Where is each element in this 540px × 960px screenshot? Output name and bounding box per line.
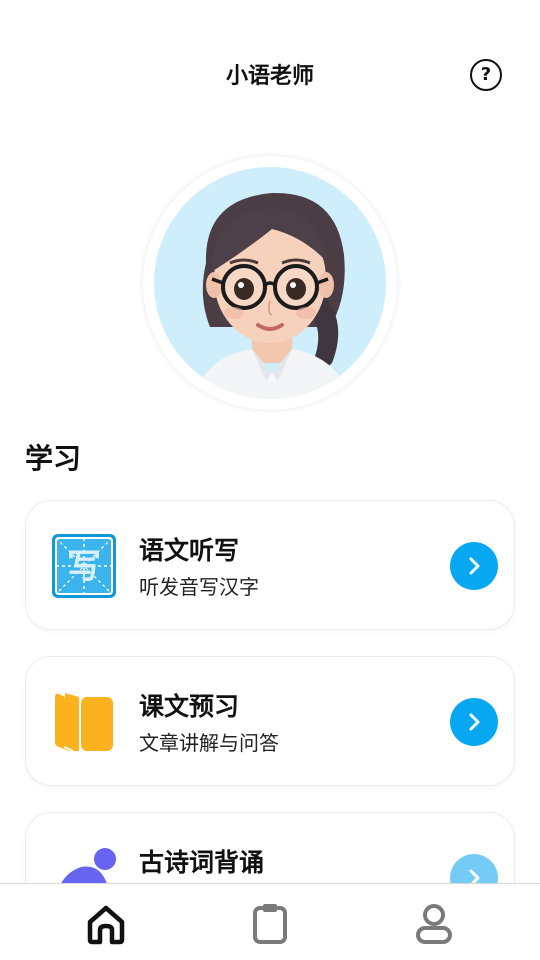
teacher-avatar-illustration (154, 167, 386, 399)
section-title-study: 学习 (25, 442, 82, 475)
page-title: 小语老师 (225, 64, 314, 89)
nav-item-home[interactable] (84, 902, 128, 946)
user-icon (416, 904, 452, 944)
card-dictation[interactable]: 写 语文听写 听发音写汉字 (25, 500, 515, 630)
dictation-icon: 写 (51, 533, 117, 599)
avatar (143, 156, 397, 410)
chevron-right-icon (469, 713, 480, 731)
app-screen: 小语老师 ? 学习 写 语文听写 听发音写汉字 课文预习 文章讲解与问答 古诗词… (0, 0, 540, 960)
card-title: 课文预习 (139, 692, 240, 721)
home-icon (87, 905, 125, 945)
help-icon: ? (480, 64, 492, 85)
book-icon (51, 689, 117, 755)
nav-item-tasks[interactable] (248, 902, 292, 946)
clipboard-icon (253, 904, 287, 944)
nav-item-profile[interactable] (412, 902, 456, 946)
card-title: 语文听写 (139, 536, 240, 565)
bottom-nav (0, 883, 540, 960)
help-button[interactable]: ? (470, 59, 502, 91)
card-text-preview[interactable]: 课文预习 文章讲解与问答 (25, 656, 515, 786)
chevron-right-button[interactable] (450, 542, 498, 590)
card-title: 古诗词背诵 (139, 848, 265, 877)
card-subtitle: 文章讲解与问答 (139, 731, 279, 755)
chevron-right-icon (469, 557, 480, 575)
chevron-right-button[interactable] (450, 698, 498, 746)
dictation-glyph: 写 (67, 547, 101, 587)
card-subtitle: 听发音写汉字 (139, 575, 259, 599)
